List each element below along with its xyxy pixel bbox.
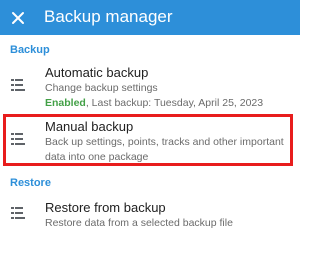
page-title: Backup manager [44, 7, 173, 26]
backup-list-icon [11, 79, 25, 91]
app-bar: Backup manager [0, 0, 300, 35]
restore-backup-subtitle: Restore data from a selected backup file [45, 217, 233, 229]
automatic-backup-text: Automatic backup Change backup settings … [45, 65, 296, 111]
section-header-backup: Backup [10, 44, 50, 56]
restore-backup-item[interactable]: Restore from backup Restore data from a … [0, 197, 300, 233]
highlight-frame [3, 114, 293, 166]
close-button[interactable] [6, 6, 30, 30]
enabled-status: Enabled [45, 97, 86, 109]
section-header-restore: Restore [10, 177, 51, 189]
automatic-backup-item[interactable]: Automatic backup Change backup settings … [0, 62, 300, 112]
last-backup-text: , Last backup: Tuesday, April 25, 2023 [85, 97, 264, 109]
restore-backup-text: Restore from backup Restore data from a … [45, 200, 296, 231]
restore-list-icon [11, 207, 25, 219]
restore-backup-title: Restore from backup [45, 200, 166, 215]
automatic-backup-title: Automatic backup [45, 65, 149, 80]
automatic-backup-status-line: Enabled, Last backup: Tuesday, April 25,… [45, 96, 296, 111]
automatic-backup-subtitle: Change backup settings [45, 82, 158, 94]
close-icon [12, 12, 24, 24]
